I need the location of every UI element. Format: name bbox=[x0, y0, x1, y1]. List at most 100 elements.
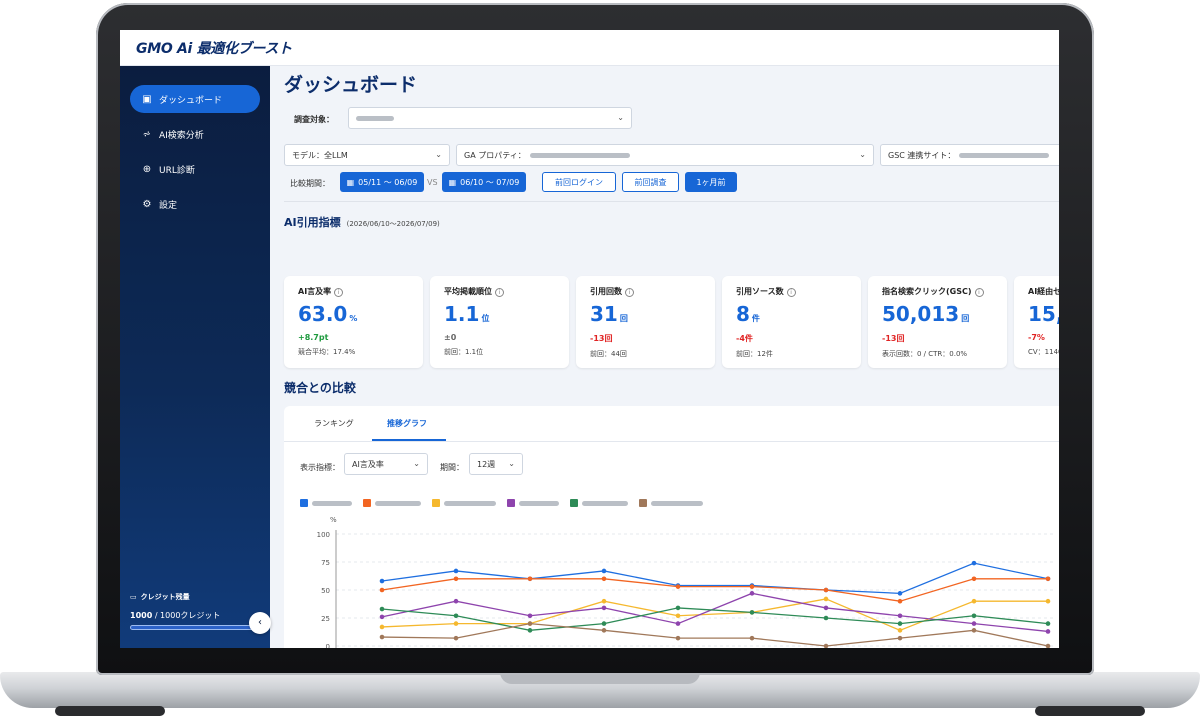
sidebar-item-0[interactable]: ▣ ダッシュボード bbox=[130, 85, 260, 113]
metric-sub: 前回：1.1位 bbox=[444, 348, 484, 356]
data-point bbox=[527, 613, 533, 619]
period-label: 比較期間： bbox=[290, 179, 330, 188]
info-icon[interactable]: i bbox=[495, 288, 504, 297]
metric-title: 平均掲載順位 i bbox=[444, 286, 569, 297]
data-point bbox=[527, 576, 533, 582]
calendar-icon: ▦ bbox=[346, 177, 355, 187]
period-a-button[interactable]: ▦ 05/11 〜 06/09 bbox=[340, 172, 424, 192]
info-icon[interactable]: i bbox=[786, 288, 796, 297]
gsc-site-select[interactable]: GSC 連携サイト： bbox=[880, 144, 1059, 166]
credit-label: クレジット残量 bbox=[140, 593, 190, 601]
metric-sub: 表示回数：0 / CTR：0.0% bbox=[882, 350, 968, 358]
blurred-text bbox=[582, 500, 628, 506]
tab-trend-graph[interactable]: 推移グラフ bbox=[387, 418, 427, 429]
metric-title: AI言及率 i bbox=[298, 286, 423, 297]
data-point bbox=[601, 598, 607, 604]
compare-section-title: 競合との比較 bbox=[284, 381, 356, 395]
data-point bbox=[823, 605, 829, 611]
app-screen: GMO Ai 最適化ブースト ▣ ダッシュボード ⩫ AI検索分析 ⊕ URL診断 ⚙ 設定 … bbox=[120, 30, 1059, 648]
ga-property-select[interactable]: GA プロパティ： ⌄ bbox=[456, 144, 874, 166]
top-bar: GMO Ai 最適化ブースト bbox=[120, 30, 1059, 66]
trend-line-chart: % 0 25 50 75 100 bbox=[317, 516, 1054, 648]
blurred-text bbox=[519, 500, 559, 506]
metrics-range: (2026/06/10〜2026/07/09) bbox=[346, 220, 440, 228]
laptop-foot bbox=[1035, 706, 1145, 716]
blurred-text bbox=[375, 500, 421, 506]
data-point bbox=[823, 587, 829, 593]
gsc-select-label: GSC 連携サイト： bbox=[888, 150, 956, 160]
chevron-down-icon: ⌄ bbox=[859, 150, 866, 159]
y-tick-label: 0 bbox=[326, 643, 330, 648]
data-point bbox=[1045, 621, 1051, 626]
metric-unit: 件 bbox=[751, 314, 760, 323]
metric-unit: 位 bbox=[481, 314, 490, 323]
metric-delta: -4件 bbox=[736, 334, 753, 343]
metric-delta: +8.7pt bbox=[298, 333, 329, 342]
metric-title-text: 引用ソース数 bbox=[736, 287, 784, 296]
data-point bbox=[971, 613, 977, 619]
data-point bbox=[971, 621, 977, 626]
data-point bbox=[1045, 643, 1051, 648]
last-login-button[interactable]: 前回ログイン bbox=[542, 172, 616, 192]
data-point bbox=[823, 596, 829, 602]
gear-icon: ⚙ bbox=[142, 198, 152, 210]
metric-value-number: 8 bbox=[736, 302, 750, 326]
y-tick-label: 25 bbox=[321, 615, 330, 623]
info-icon[interactable]: i bbox=[334, 288, 344, 297]
metric-value-number: 1.1 bbox=[444, 302, 480, 326]
series-line bbox=[381, 598, 1048, 632]
laptop-foot bbox=[55, 706, 165, 716]
model-select[interactable]: モデル：全LLM ⌄ bbox=[284, 144, 450, 166]
metric-unit: % bbox=[349, 314, 358, 323]
data-point bbox=[379, 606, 385, 612]
metric-value-number: 63.0 bbox=[298, 302, 348, 326]
sidebar-item-2[interactable]: ⊕ URL診断 bbox=[130, 155, 260, 183]
metric-card: AI言及率 i 63.0% +8.7pt 競合平均：17.4% bbox=[284, 276, 423, 368]
data-point bbox=[675, 584, 681, 589]
metrics-title: AI引用指標 bbox=[284, 216, 341, 229]
metric-title: AI経由セi bbox=[1028, 286, 1059, 297]
target-select[interactable]: ⌄ bbox=[348, 107, 632, 129]
tab-ranking[interactable]: ランキング bbox=[314, 418, 354, 429]
metric-select[interactable]: AI言及率 ⌄ bbox=[344, 453, 428, 475]
metric-value: 31 回 bbox=[590, 303, 715, 330]
data-point bbox=[453, 568, 459, 574]
period-b-value: 06/10 〜 07/09 bbox=[460, 177, 520, 187]
metric-value: 50,013 回 bbox=[882, 303, 1007, 330]
sidebar-item-1[interactable]: ⩫ AI検索分析 bbox=[130, 120, 260, 148]
data-point bbox=[675, 613, 681, 619]
period-b-button[interactable]: ▦ 06/10 〜 07/09 bbox=[442, 172, 526, 192]
metric-title-text: 引用回数 bbox=[590, 287, 622, 296]
data-point bbox=[453, 621, 459, 626]
data-point bbox=[453, 598, 459, 604]
info-icon[interactable]: i bbox=[974, 288, 984, 297]
data-point bbox=[971, 560, 977, 566]
data-point bbox=[1045, 576, 1051, 582]
data-point bbox=[749, 591, 755, 596]
metric-value-number: 50,013 bbox=[882, 302, 960, 326]
metric-card: AI経由セi 15, -7% CV：1140 bbox=[1014, 276, 1059, 368]
series-line bbox=[381, 622, 1049, 647]
metric-card: 引用ソース数 i 8 件 -4件 前回：12件 bbox=[722, 276, 861, 368]
chevron-down-icon: ⌄ bbox=[413, 459, 420, 468]
sidebar-collapse-button[interactable]: ‹ bbox=[249, 612, 271, 634]
metric-sub: 競合平均：17.4% bbox=[298, 348, 356, 356]
info-icon[interactable]: i bbox=[625, 288, 634, 297]
data-point bbox=[379, 587, 385, 593]
period-select[interactable]: 12週 ⌄ bbox=[469, 453, 523, 475]
credit-card-icon: ▭ bbox=[130, 593, 137, 601]
credit-value: 1000 bbox=[130, 611, 153, 620]
data-point bbox=[453, 576, 459, 582]
last-survey-button[interactable]: 前回調査 bbox=[622, 172, 679, 192]
data-point bbox=[897, 591, 903, 596]
metric-title: 引用回数 i bbox=[590, 286, 715, 297]
sidebar-item-3[interactable]: ⚙ 設定 bbox=[130, 190, 260, 218]
data-point bbox=[675, 635, 681, 641]
data-point bbox=[453, 613, 459, 619]
chevron-down-icon: ⌄ bbox=[617, 113, 624, 122]
y-tick-label: 75 bbox=[321, 559, 330, 567]
metric-unit: 回 bbox=[619, 314, 628, 323]
one-month-ago-button[interactable]: 1ヶ月前 bbox=[685, 172, 737, 192]
target-label: 調査対象： bbox=[294, 115, 334, 124]
calendar-icon: ▦ bbox=[448, 177, 457, 187]
